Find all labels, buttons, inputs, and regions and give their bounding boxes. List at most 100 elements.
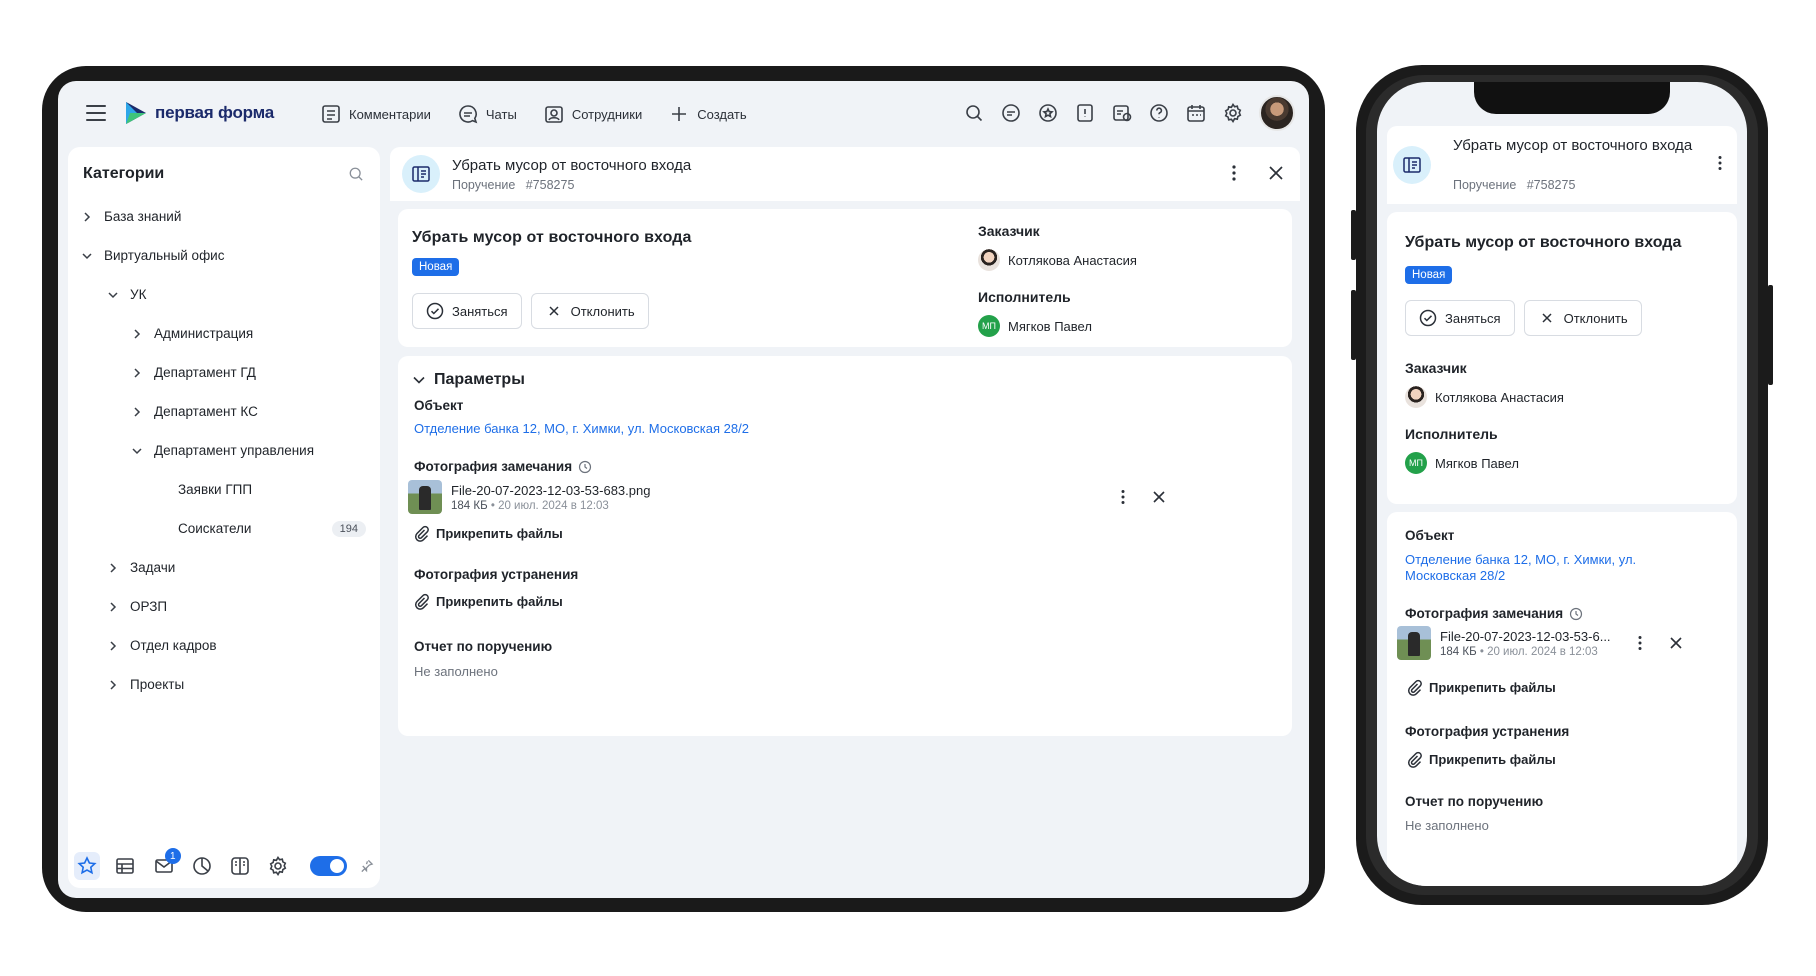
decline-button[interactable]: Отклонить bbox=[530, 293, 649, 329]
more-vertical-icon[interactable] bbox=[1711, 154, 1729, 172]
tree-item-applicants[interactable]: Соискатели 194 bbox=[68, 509, 380, 548]
more-vertical-icon[interactable] bbox=[1631, 634, 1649, 652]
more-vertical-icon[interactable] bbox=[1224, 163, 1244, 183]
nav-create[interactable]: Создать bbox=[668, 103, 747, 125]
chevron-down-icon bbox=[82, 252, 92, 259]
object-link-line-2: Московская 28/2 bbox=[1405, 568, 1506, 583]
attach-label: Прикрепить файлы bbox=[1429, 679, 1556, 695]
history-icon[interactable] bbox=[578, 460, 592, 474]
notice-icon[interactable] bbox=[1074, 102, 1096, 124]
nav-employees[interactable]: Сотрудники bbox=[543, 103, 642, 125]
tree-item-administration[interactable]: Администрация bbox=[68, 314, 380, 353]
approval-icon[interactable] bbox=[1111, 102, 1133, 124]
registries-button[interactable] bbox=[112, 852, 138, 880]
chevron-right-icon bbox=[110, 601, 117, 612]
file-item[interactable]: File-20-07-2023-12-03-53-683.png 184 КБ … bbox=[408, 480, 650, 514]
mode-toggle[interactable] bbox=[309, 856, 347, 876]
tree-item-requests-gpp[interactable]: Заявки ГПП bbox=[68, 470, 380, 509]
tree-item-dept-management[interactable]: Департамент управления bbox=[68, 431, 380, 470]
photo-issue-label: Фотография замечания bbox=[1405, 606, 1583, 621]
file-item[interactable]: File-20-07-2023-12-03-53-6... 184 КБ • 2… bbox=[1397, 626, 1611, 660]
help-icon[interactable] bbox=[1148, 102, 1170, 124]
table-icon bbox=[116, 858, 135, 874]
tree-item-dept-ks[interactable]: Департамент КС bbox=[68, 392, 380, 431]
executor-name: Мягков Павел bbox=[1435, 455, 1519, 471]
file-size: 184 КБ bbox=[451, 499, 488, 512]
task-card: Убрать мусор от восточного входа Новая З… bbox=[398, 209, 1292, 347]
favorite-chat-icon[interactable] bbox=[1037, 102, 1059, 124]
logo[interactable]: первая форма bbox=[125, 101, 274, 125]
chevron-right-icon bbox=[110, 562, 117, 573]
chevron-right-icon bbox=[134, 406, 141, 417]
file-actions bbox=[1114, 488, 1168, 506]
calendar-icon[interactable] bbox=[1185, 102, 1207, 124]
settings-icon[interactable] bbox=[1222, 102, 1244, 124]
decline-button-label: Отклонить bbox=[1563, 310, 1628, 326]
menu-icon[interactable] bbox=[86, 105, 106, 121]
customer-person[interactable]: Котлякова Анастасия bbox=[1405, 386, 1564, 408]
attach-files-fix[interactable]: Прикрепить файлы bbox=[412, 592, 563, 610]
search-icon[interactable] bbox=[963, 102, 985, 124]
tree-item-virtual-office[interactable]: Виртуальный офис bbox=[68, 236, 380, 275]
params-toggle[interactable]: Параметры bbox=[410, 371, 525, 389]
object-link[interactable]: Отделение банка 12, МО, г. Химки, ул. Мо… bbox=[414, 421, 749, 436]
tablet-screen: первая форма Комментарии Чаты Сотрудники… bbox=[58, 81, 1309, 898]
take-button[interactable]: Заняться bbox=[412, 293, 522, 329]
attach-label: Прикрепить файлы bbox=[436, 525, 563, 541]
nav-employees-label: Сотрудники bbox=[571, 106, 643, 122]
tree-item-dept-gd[interactable]: Департамент ГД bbox=[68, 353, 380, 392]
phone-side-button bbox=[1351, 210, 1356, 260]
executor-person[interactable]: МП Мягков Павел bbox=[978, 315, 1137, 337]
sidebar-settings-button[interactable] bbox=[265, 852, 291, 880]
tree-item-orzp[interactable]: ОРЗП bbox=[68, 587, 380, 626]
photo-fix-label: Фотография устранения bbox=[1405, 724, 1570, 739]
tree-item-tasks[interactable]: Задачи bbox=[68, 548, 380, 587]
chevron-right-icon bbox=[110, 640, 117, 651]
chevron-down-icon bbox=[413, 376, 425, 384]
attach-files-issue[interactable]: Прикрепить файлы bbox=[412, 524, 563, 542]
count-badge: 194 bbox=[331, 520, 366, 537]
mail-button[interactable]: 1 bbox=[151, 848, 181, 880]
tree-item-projects[interactable]: Проекты bbox=[68, 665, 380, 704]
message-icon[interactable] bbox=[1000, 102, 1022, 124]
task-type-badge bbox=[402, 155, 440, 193]
sidebar-title: Категории bbox=[83, 165, 165, 182]
close-icon[interactable] bbox=[1667, 634, 1685, 652]
status-badge: Новая bbox=[412, 258, 460, 276]
history-icon[interactable] bbox=[1569, 607, 1583, 621]
file-name: File-20-07-2023-12-03-53-6... bbox=[1440, 628, 1611, 644]
more-vertical-icon[interactable] bbox=[1114, 488, 1132, 506]
executor-person[interactable]: МП Мягков Павел bbox=[1405, 452, 1564, 474]
attach-files-issue[interactable]: Прикрепить файлы bbox=[1405, 678, 1556, 696]
status-badge: Новая bbox=[1405, 266, 1453, 284]
top-icons bbox=[963, 95, 1295, 131]
chat-icon bbox=[459, 105, 478, 124]
customer-person[interactable]: Котлякова Анастасия bbox=[978, 249, 1137, 271]
file-thumbnail bbox=[1397, 626, 1431, 660]
file-info: File-20-07-2023-12-03-53-6... 184 КБ • 2… bbox=[1440, 629, 1611, 658]
reports-button[interactable] bbox=[189, 852, 215, 880]
search-icon[interactable] bbox=[347, 165, 365, 183]
tree-item-knowledge-base[interactable]: База знаний bbox=[68, 197, 380, 236]
close-icon[interactable] bbox=[1266, 163, 1286, 183]
params-title: Параметры bbox=[434, 371, 525, 388]
comment-doc-icon bbox=[322, 105, 340, 123]
close-icon[interactable] bbox=[1150, 488, 1168, 506]
phone-params-card: Объект Отделение банка 12, МО, г. Химки,… bbox=[1387, 512, 1737, 886]
attach-files-fix[interactable]: Прикрепить файлы bbox=[1405, 750, 1556, 768]
chevron-down-icon bbox=[132, 447, 142, 454]
favorites-button[interactable] bbox=[74, 852, 101, 880]
layout-button[interactable] bbox=[227, 852, 253, 880]
nav-chats[interactable]: Чаты bbox=[457, 103, 517, 125]
tree-item-label: База знаний bbox=[104, 209, 182, 224]
pin-icon[interactable] bbox=[359, 858, 374, 874]
user-avatar[interactable] bbox=[1259, 95, 1295, 131]
nav-comments[interactable]: Комментарии bbox=[320, 103, 431, 125]
tree-item-hr[interactable]: Отдел кадров bbox=[68, 626, 380, 665]
object-link[interactable]: Отделение банка 12, МО, г. Химки, ул. Мо… bbox=[1405, 552, 1636, 584]
decline-button[interactable]: Отклонить bbox=[1523, 300, 1642, 336]
take-button[interactable]: Заняться bbox=[1405, 300, 1515, 336]
photo-issue-label: Фотография замечания bbox=[414, 459, 592, 474]
tree-item-uk[interactable]: УК bbox=[68, 275, 380, 314]
paperclip-icon bbox=[414, 593, 429, 610]
